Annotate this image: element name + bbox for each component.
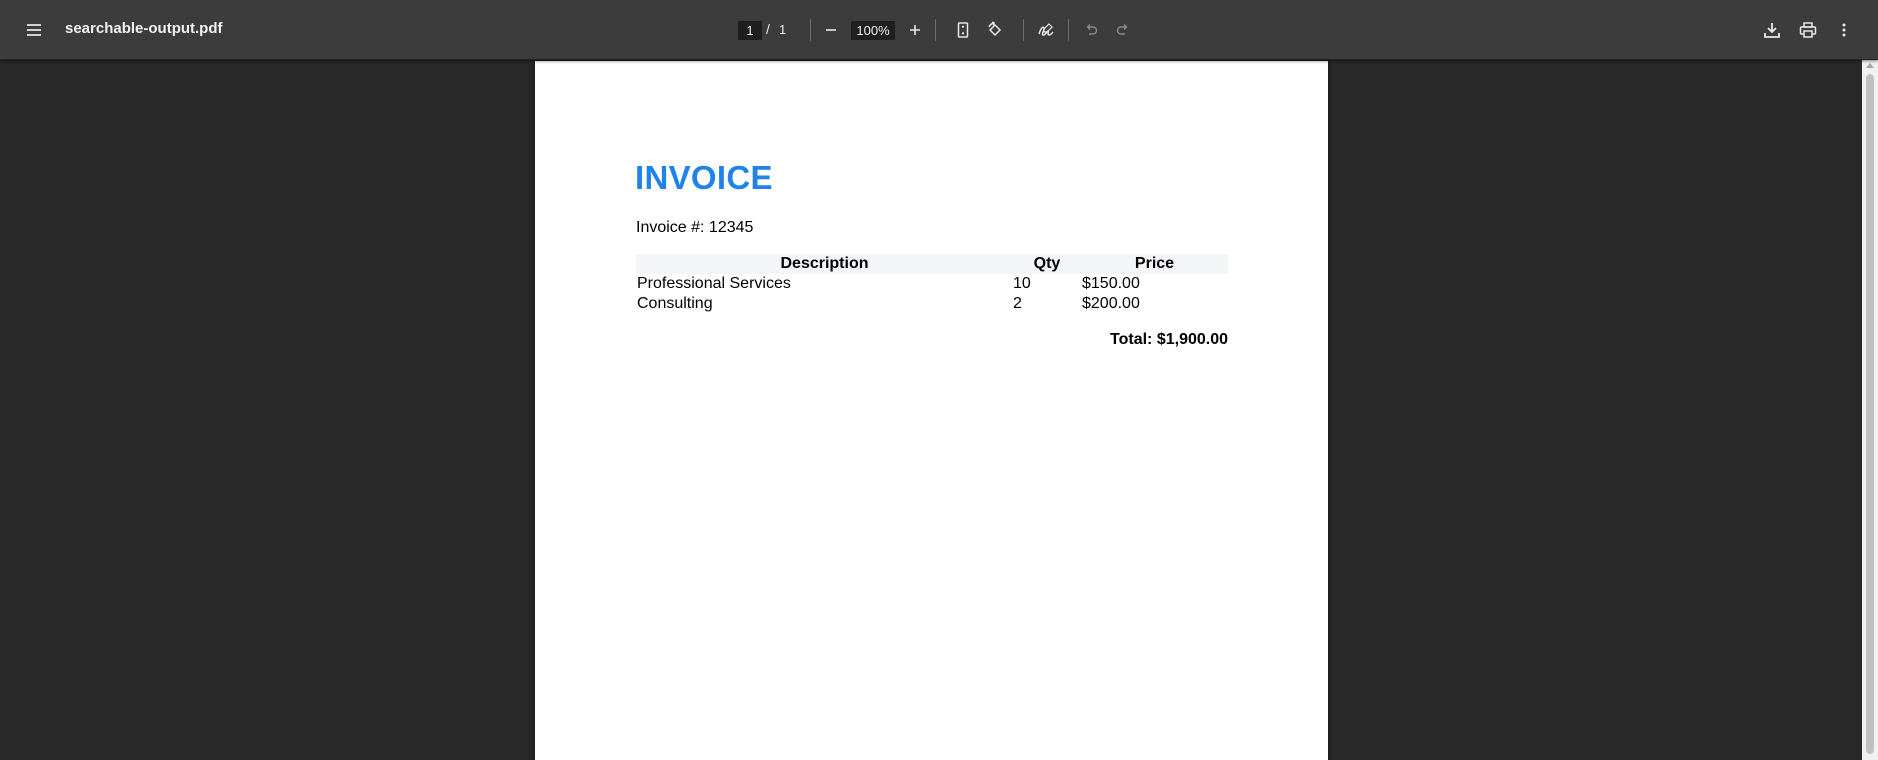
cell-description: Professional Services (637, 275, 791, 292)
pdf-viewer: INVOICE Invoice #: 12345 Description Qty… (0, 60, 1862, 760)
invoice-number: Invoice #: 12345 (636, 219, 754, 236)
cell-price: $150.00 (1082, 275, 1140, 292)
toolbar-divider (935, 19, 936, 41)
pdf-page: INVOICE Invoice #: 12345 Description Qty… (535, 61, 1328, 760)
fit-page-icon[interactable] (947, 14, 979, 46)
redo-icon[interactable] (1107, 14, 1139, 46)
cell-qty: 2 (1013, 295, 1022, 312)
scrollbar-thumb[interactable] (1866, 74, 1874, 754)
more-vertical-icon[interactable] (1828, 14, 1860, 46)
zoom-input[interactable] (851, 21, 895, 40)
table-row: Professional Services 10 $150.00 (636, 274, 1228, 294)
undo-icon[interactable] (1075, 14, 1107, 46)
page-number-input[interactable] (738, 21, 762, 40)
menu-icon[interactable] (18, 14, 50, 46)
invoice-total: Total: $1,900.00 (1110, 331, 1228, 348)
pdf-toolbar: searchable-output.pdf / 1 (0, 0, 1878, 60)
column-header-qty: Qty (1013, 254, 1081, 274)
vertical-scrollbar[interactable] (1862, 60, 1878, 760)
page-total: 1 (779, 22, 787, 37)
document-title: searchable-output.pdf (65, 20, 223, 37)
cell-price: $200.00 (1082, 295, 1140, 312)
toolbar-divider (1068, 19, 1069, 41)
column-header-price: Price (1081, 254, 1228, 274)
download-icon[interactable] (1756, 14, 1788, 46)
invoice-table: Description Qty Price Professional Servi… (636, 254, 1228, 314)
page-separator: / (766, 21, 770, 37)
toolbar-divider (810, 19, 811, 41)
table-row: Consulting 2 $200.00 (636, 294, 1228, 314)
draw-icon[interactable] (1030, 14, 1062, 46)
cell-qty: 10 (1013, 275, 1031, 292)
cell-description: Consulting (637, 295, 713, 312)
rotate-icon[interactable] (979, 14, 1011, 46)
print-icon[interactable] (1792, 14, 1824, 46)
table-header-row: Description Qty Price (636, 254, 1228, 274)
toolbar-divider (1023, 19, 1024, 41)
column-header-description: Description (636, 254, 1013, 274)
plus-icon[interactable] (899, 14, 931, 46)
invoice-title: INVOICE (635, 159, 773, 196)
minus-icon[interactable] (815, 14, 847, 46)
scroll-up-icon[interactable] (1866, 63, 1874, 68)
